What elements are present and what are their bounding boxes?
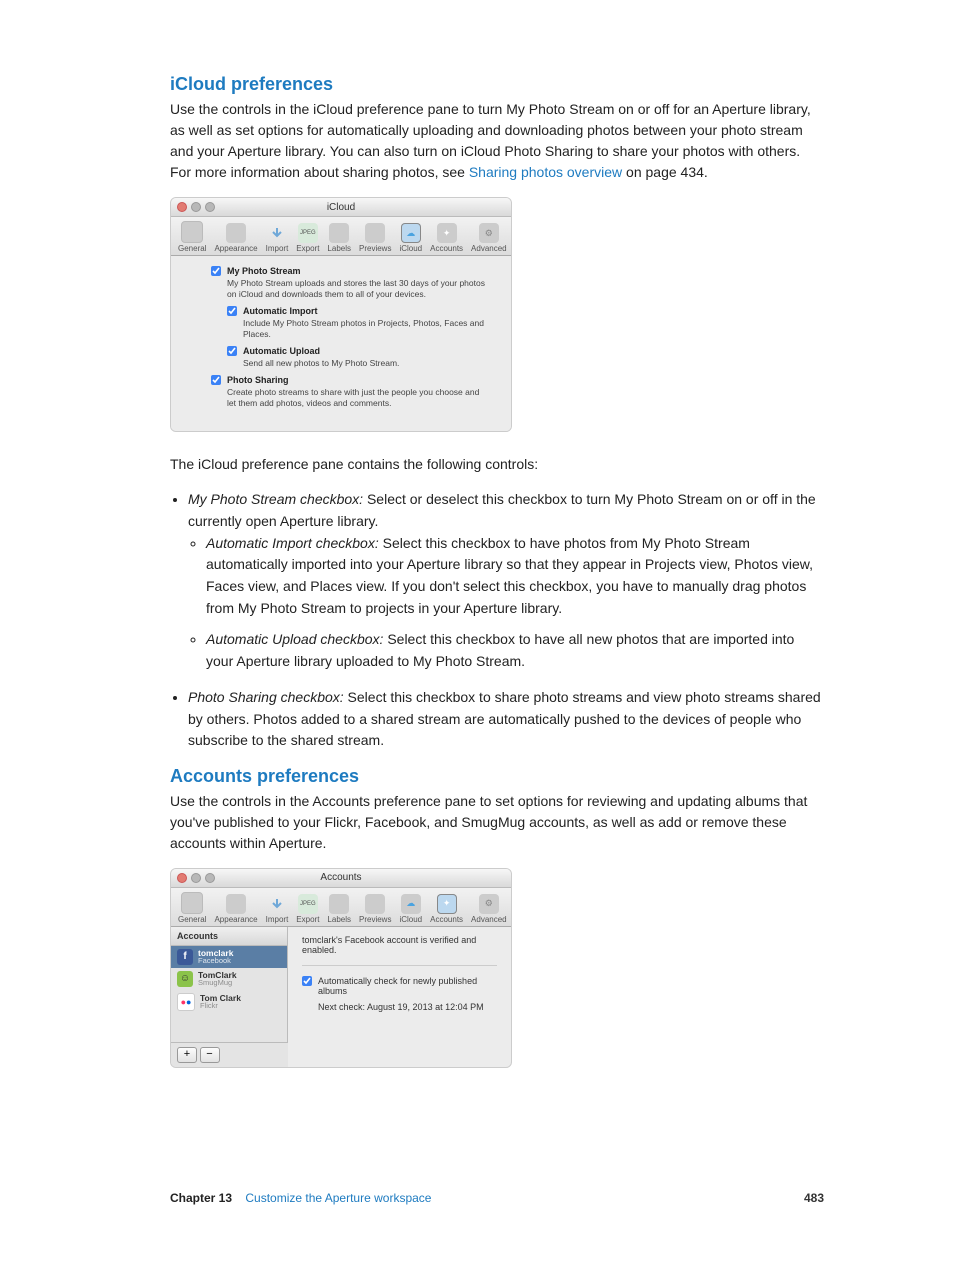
remove-account-button[interactable]: − <box>200 1047 220 1063</box>
flickr-icon: ●● <box>177 993 195 1011</box>
gear-icon: ⚙ <box>479 223 499 243</box>
prefs-toolbar: General Appearance Import JPEGExport Lab… <box>171 888 511 927</box>
document-page: iCloud preferences Use the controls in t… <box>0 0 954 1265</box>
gear-icon: ⚙ <box>479 894 499 914</box>
tab-general[interactable]: General <box>175 892 209 924</box>
window-titlebar: iCloud <box>171 198 511 217</box>
tab-appearance[interactable]: Appearance <box>211 894 260 924</box>
tab-import[interactable]: Import <box>263 223 292 253</box>
automatic-upload-desc: Send all new photos to My Photo Stream. <box>243 358 485 369</box>
accounts-prefs-heading: Accounts preferences <box>170 766 824 787</box>
tab-accounts[interactable]: ✦Accounts <box>427 894 466 924</box>
icloud-pane-body: My Photo Stream My Photo Stream uploads … <box>171 256 511 431</box>
labels-icon <box>329 223 349 243</box>
appearance-icon <box>226 894 246 914</box>
list-item: My Photo Stream checkbox: Select or dese… <box>188 489 824 673</box>
tab-export[interactable]: JPEGExport <box>293 223 322 253</box>
import-arrow-icon <box>267 223 287 243</box>
tab-general[interactable]: General <box>175 221 209 253</box>
tab-labels[interactable]: Labels <box>324 223 354 253</box>
add-account-button[interactable]: + <box>177 1047 197 1063</box>
tab-advanced[interactable]: ⚙Advanced <box>468 894 510 924</box>
page-number: 483 <box>804 1191 824 1205</box>
tab-icloud[interactable]: ☁iCloud <box>396 894 425 924</box>
account-status-text: tomclark's Facebook account is verified … <box>302 935 497 966</box>
globe-icon: ✦ <box>437 223 457 243</box>
icloud-controls-list: My Photo Stream checkbox: Select or dese… <box>170 489 824 752</box>
tab-export[interactable]: JPEGExport <box>293 894 322 924</box>
tab-import[interactable]: Import <box>263 894 292 924</box>
window-titlebar: Accounts <box>171 869 511 888</box>
tab-icloud[interactable]: ☁iCloud <box>396 223 425 253</box>
automatic-upload-checkbox[interactable]: Automatic Upload <box>227 346 485 356</box>
icloud-prefs-heading: iCloud preferences <box>170 74 824 95</box>
chapter-name: Customize the Aperture workspace <box>245 1191 431 1205</box>
accounts-pane-body: Accounts f tomclarkFacebook ☺ TomClarkSm… <box>171 927 511 1067</box>
my-photo-stream-checkbox[interactable]: My Photo Stream <box>211 266 485 276</box>
tab-previews[interactable]: Previews <box>356 223 394 253</box>
sub-list: Automatic Import checkbox: Select this c… <box>188 533 824 673</box>
accounts-sidebar: Accounts f tomclarkFacebook ☺ TomClarkSm… <box>171 927 288 1042</box>
import-arrow-icon <box>267 894 287 914</box>
globe-icon: ✦ <box>437 894 457 914</box>
term: Photo Sharing checkbox: <box>188 689 344 705</box>
cloud-icon: ☁ <box>401 894 421 914</box>
account-item-smugmug[interactable]: ☺ TomClarkSmugMug <box>171 968 287 990</box>
smugmug-icon: ☺ <box>177 971 193 987</box>
automatic-import-checkbox[interactable]: Automatic Import <box>227 306 485 316</box>
chapter-number: Chapter 13 <box>170 1191 232 1205</box>
intro-text-b: on page 434. <box>622 164 708 180</box>
icloud-prefs-intro: Use the controls in the iCloud preferenc… <box>170 99 824 183</box>
export-icon: JPEG <box>298 223 318 243</box>
labels-icon <box>329 894 349 914</box>
account-item-flickr[interactable]: ●● Tom ClarkFlickr <box>171 990 287 1014</box>
slider-icon <box>181 892 203 914</box>
tab-previews[interactable]: Previews <box>356 894 394 924</box>
accounts-add-remove: + − <box>171 1042 288 1067</box>
window-title: iCloud <box>171 202 511 213</box>
window-title: Accounts <box>171 872 511 883</box>
sharing-photos-link[interactable]: Sharing photos overview <box>469 164 622 180</box>
term: Automatic Upload checkbox: <box>206 631 383 647</box>
previews-icon <box>365 223 385 243</box>
appearance-icon <box>226 223 246 243</box>
export-icon: JPEG <box>298 894 318 914</box>
auto-check-checkbox[interactable]: Automatically check for newly published … <box>302 976 497 996</box>
list-item: Automatic Import checkbox: Select this c… <box>206 533 824 620</box>
prefs-toolbar: General Appearance Import JPEGExport Lab… <box>171 217 511 256</box>
term: Automatic Import checkbox: <box>206 535 379 551</box>
tab-advanced[interactable]: ⚙Advanced <box>468 223 510 253</box>
accounts-prefs-intro: Use the controls in the Accounts prefere… <box>170 791 824 854</box>
previews-icon <box>365 894 385 914</box>
my-photo-stream-desc: My Photo Stream uploads and stores the l… <box>227 278 485 300</box>
account-item-facebook[interactable]: f tomclarkFacebook <box>171 946 287 968</box>
icloud-controls-lead: The iCloud preference pane contains the … <box>170 454 824 475</box>
tab-labels[interactable]: Labels <box>324 894 354 924</box>
slider-icon <box>181 221 203 243</box>
tab-appearance[interactable]: Appearance <box>211 223 260 253</box>
automatic-import-desc: Include My Photo Stream photos in Projec… <box>243 318 485 340</box>
facebook-icon: f <box>177 949 193 965</box>
accounts-pref-window: Accounts General Appearance Import JPEGE… <box>170 868 512 1068</box>
photo-sharing-desc: Create photo streams to share with just … <box>227 387 485 409</box>
tab-accounts[interactable]: ✦Accounts <box>427 223 466 253</box>
icloud-pref-window: iCloud General Appearance Import JPEGExp… <box>170 197 512 432</box>
cloud-icon: ☁ <box>401 223 421 243</box>
accounts-detail: tomclark's Facebook account is verified … <box>288 927 511 1067</box>
next-check-text: Next check: August 19, 2013 at 12:04 PM <box>318 1002 497 1012</box>
term: My Photo Stream checkbox: <box>188 491 363 507</box>
list-item: Photo Sharing checkbox: Select this chec… <box>188 687 824 752</box>
accounts-sidebar-heading: Accounts <box>171 927 287 946</box>
page-footer: Chapter 13 Customize the Aperture worksp… <box>170 1191 824 1205</box>
list-item: Automatic Upload checkbox: Select this c… <box>206 629 824 672</box>
photo-sharing-checkbox[interactable]: Photo Sharing <box>211 375 485 385</box>
